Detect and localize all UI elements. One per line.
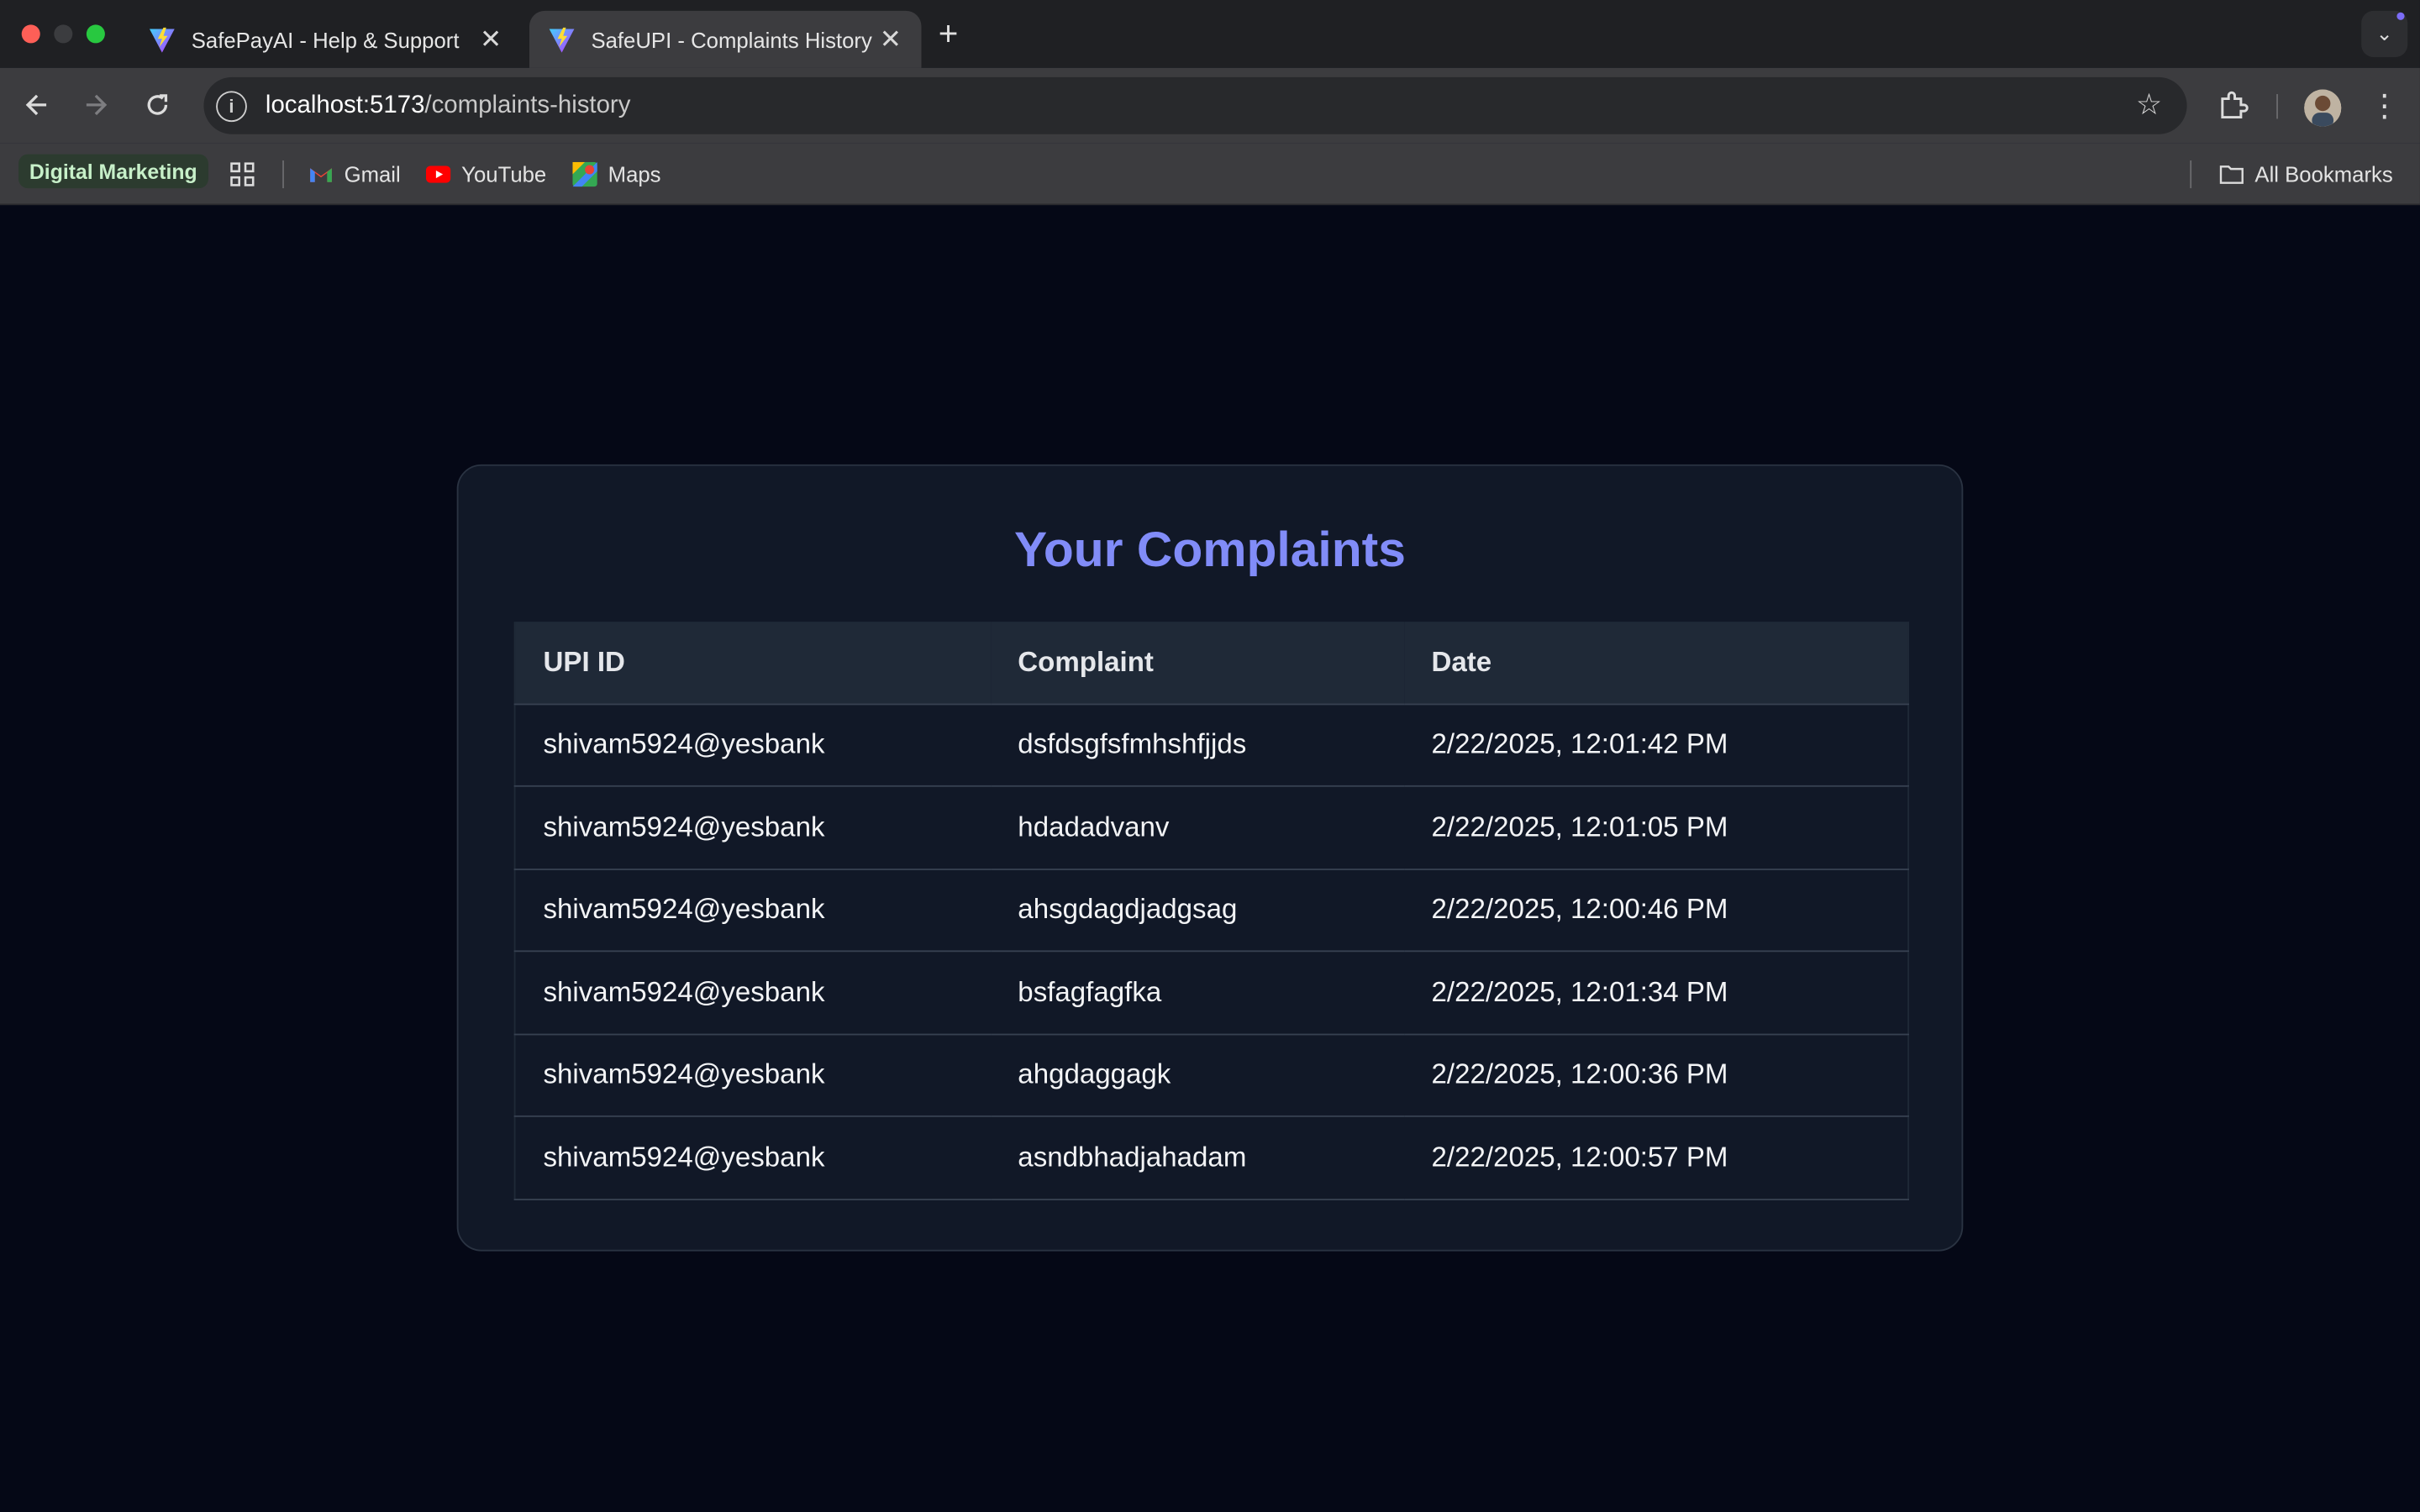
table-row: shivam5924@yesbank asndbhadjahadam 2/22/…: [514, 1115, 1909, 1200]
column-header-date: Date: [1431, 646, 1492, 677]
url-path: /complaints-history: [424, 92, 631, 118]
tab-title: SafeUPI - Complaints History: [591, 27, 872, 52]
column-header-upi-id: UPI ID: [543, 646, 625, 677]
bookmark-label: Gmail: [344, 161, 401, 187]
puzzle-icon[interactable]: [2217, 88, 2250, 122]
table-row: shivam5924@yesbank ahsgdagdjadgsag 2/22/…: [514, 868, 1909, 952]
gmail-icon: [310, 168, 332, 182]
complaint-cell: ahsgdagdjadgsag: [990, 868, 1404, 952]
bookmark-gmail[interactable]: Gmail: [308, 157, 401, 191]
tab-title: SafePayAI - Help & Support: [191, 27, 460, 52]
page-content: Your Complaints UPI ID Complaint Date sh…: [0, 205, 2420, 1512]
bookmark-maps[interactable]: Maps: [572, 157, 661, 191]
complaint-cell: bsfagfagfka: [990, 950, 1404, 1034]
complaint-cell: asndbhadjahadam: [990, 1115, 1404, 1200]
upi-id-cell: shivam5924@yesbank: [514, 950, 991, 1034]
bookmarks-divider: [282, 160, 284, 189]
table-row: shivam5924@yesbank ahgdaggagk 2/22/2025,…: [514, 1032, 1909, 1116]
address-bar[interactable]: i localhost:5173/complaints-history ☆: [203, 76, 2187, 134]
date-cell: 2/22/2025, 12:00:46 PM: [1403, 868, 1909, 952]
chevron-down-icon: ⌄: [2375, 21, 2393, 45]
notification-dot: [2396, 12, 2405, 20]
complaint-cell: hdadadvanv: [990, 785, 1404, 869]
tab-help-support[interactable]: SafePayAI - Help & Support ✕: [129, 11, 522, 68]
upi-id-cell: shivam5924@yesbank: [514, 1115, 991, 1200]
complaint-cell: dsfdsgfsfmhshfjjds: [990, 702, 1404, 786]
reload-icon: [147, 94, 168, 115]
bookmark-youtube[interactable]: YouTube: [425, 157, 547, 191]
column-header-complaint: Complaint: [1018, 646, 1154, 677]
maps-icon: [572, 161, 597, 187]
close-tab-icon[interactable]: ✕: [478, 24, 502, 55]
vite-logo-icon: [549, 26, 575, 52]
tab-complaints-history[interactable]: SafeUPI - Complaints History ✕: [529, 10, 922, 68]
window-controls: [21, 24, 105, 44]
complaint-cell: ahgdaggagk: [990, 1032, 1404, 1116]
page-title: Your Complaints: [1014, 521, 1406, 577]
arrow-left-icon: [25, 94, 47, 116]
url-text[interactable]: localhost:5173/complaints-history: [266, 92, 630, 119]
url-host: localhost:5173: [265, 92, 425, 118]
upi-id-cell: shivam5924@yesbank: [514, 702, 991, 786]
minimize-window-button[interactable]: [54, 24, 73, 44]
close-window-button[interactable]: [21, 24, 40, 44]
star-icon[interactable]: ☆: [2136, 88, 2162, 123]
date-cell: 2/22/2025, 12:01:42 PM: [1403, 702, 1909, 786]
back-button[interactable]: [18, 87, 55, 123]
arrow-right-icon: [86, 94, 108, 116]
date-cell: 2/22/2025, 12:00:57 PM: [1403, 1115, 1909, 1200]
bookmark-label: YouTube: [461, 161, 547, 187]
table-row: shivam5924@yesbank dsfdsgfsfmhshfjjds 2/…: [514, 702, 1909, 786]
upi-id-cell: shivam5924@yesbank: [514, 785, 991, 869]
profile-picture: [2304, 89, 2342, 127]
upi-id-cell: shivam5924@yesbank: [514, 868, 991, 952]
info-icon[interactable]: i: [216, 90, 247, 122]
table-header-row: UPI ID Complaint Date: [514, 622, 1909, 704]
all-bookmarks-label: All Bookmarks: [2254, 161, 2393, 187]
kebab-icon[interactable]: ⋮: [2369, 87, 2400, 125]
avatar[interactable]: [2304, 89, 2342, 127]
apps-button[interactable]: [230, 157, 266, 191]
forward-button[interactable]: [77, 87, 114, 123]
tab-strip: SafePayAI - Help & Support ✕ SafeUPI - C…: [0, 0, 2420, 68]
all-bookmarks-button[interactable]: All Bookmarks: [2219, 157, 2393, 191]
tab-search-button[interactable]: ⌄: [2361, 10, 2408, 57]
folder-icon: [2219, 165, 2244, 184]
vite-logo-icon: [149, 26, 175, 52]
new-tab-button[interactable]: +: [939, 14, 959, 55]
date-cell: 2/22/2025, 12:00:36 PM: [1403, 1032, 1909, 1116]
browser-toolbar: i localhost:5173/complaints-history ☆ ⋮: [0, 67, 2420, 144]
bookmarks-divider: [2190, 160, 2192, 189]
date-cell: 2/22/2025, 12:01:34 PM: [1403, 950, 1909, 1034]
complaints-card: Your Complaints UPI ID Complaint Date sh…: [456, 464, 1964, 1252]
complaints-table: UPI ID Complaint Date shivam5924@yesbank…: [513, 622, 1909, 1200]
toolbar-divider: [2276, 94, 2278, 119]
maximize-window-button[interactable]: [86, 24, 105, 44]
table-row: shivam5924@yesbank hdadadvanv 2/22/2025,…: [514, 785, 1909, 869]
upi-id-cell: shivam5924@yesbank: [514, 1032, 991, 1116]
table-row: shivam5924@yesbank bsfagfagfka 2/22/2025…: [514, 950, 1909, 1034]
close-tab-icon[interactable]: ✕: [878, 24, 902, 55]
bookmark-folder-chip[interactable]: Digital Marketing: [18, 154, 208, 189]
youtube-icon: [425, 165, 451, 183]
grid-icon: [230, 162, 255, 186]
reload-button[interactable]: [139, 87, 176, 123]
bookmark-label: Maps: [608, 161, 661, 187]
date-cell: 2/22/2025, 12:01:05 PM: [1403, 785, 1909, 869]
